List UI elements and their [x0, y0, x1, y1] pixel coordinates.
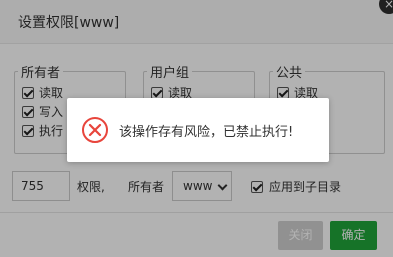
toast-message: 该操作存有风险，已禁止执行!: [119, 124, 294, 140]
error-toast: 该操作存有风险，已禁止执行!: [67, 98, 329, 162]
error-circle-icon: [82, 117, 108, 143]
